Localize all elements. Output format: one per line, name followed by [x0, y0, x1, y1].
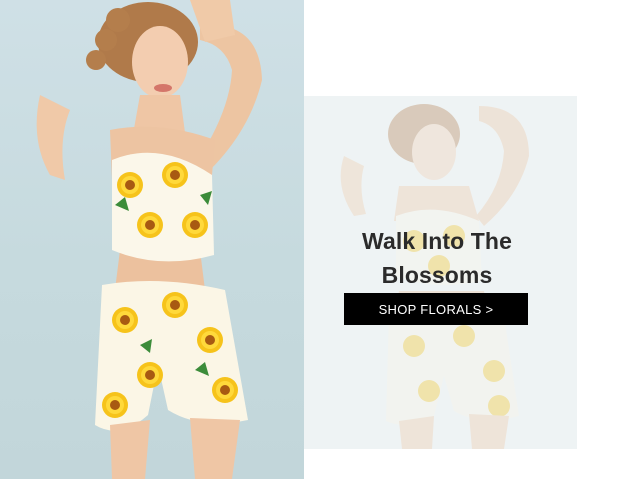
shop-florals-button[interactable]: SHOP FLORALS > [344, 293, 528, 325]
promo-headline: Walk Into The Blossoms [362, 228, 512, 288]
promo-banner[interactable]: Walk Into The Blossoms Fresh New Florals… [0, 0, 620, 479]
model-photo-main[interactable] [0, 0, 304, 479]
